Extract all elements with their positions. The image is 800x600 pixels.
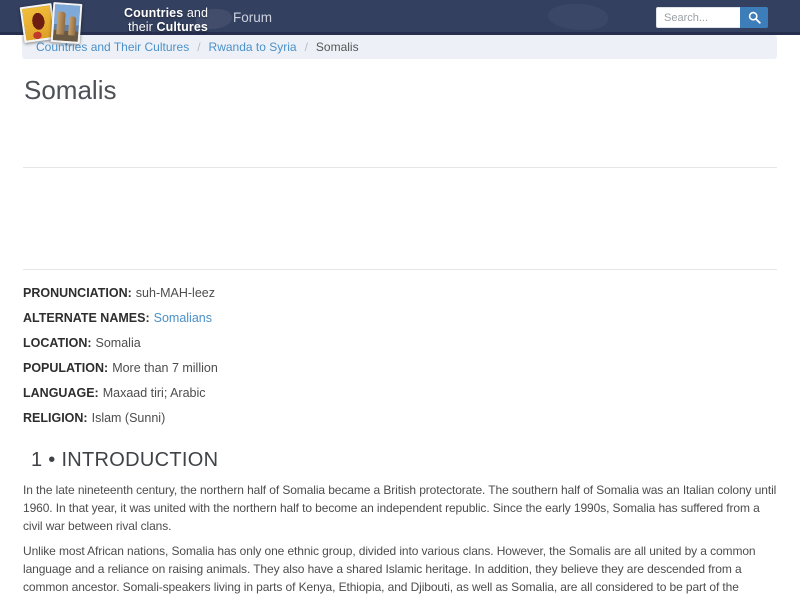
fact-row-alternate-names: ALTERNATE NAMES: Somalians — [23, 311, 777, 325]
fact-row-location: LOCATION: Somalia — [23, 336, 777, 350]
logo-word-cultures: Cultures — [156, 20, 208, 34]
search-icon — [748, 11, 761, 24]
fact-row-population: POPULATION: More than 7 million — [23, 361, 777, 375]
top-header: Countries and their Cultures Forum — [0, 0, 800, 44]
search-button[interactable] — [740, 7, 768, 28]
logo-line-2: their Cultures — [84, 20, 208, 34]
search-input[interactable] — [656, 7, 740, 28]
fact-label: RELIGION: — [23, 411, 88, 425]
fact-row-language: LANGUAGE: Maxaad tiri; Arabic — [23, 386, 777, 400]
fact-row-pronunciation: PRONUNCIATION: suh-MAH-leez — [23, 286, 777, 300]
fact-list: PRONUNCIATION: suh-MAH-leez ALTERNATE NAM… — [23, 286, 777, 425]
breadcrumb-separator: / — [197, 40, 201, 54]
fact-value: Islam (Sunni) — [91, 411, 166, 425]
fact-value: Somalia — [95, 336, 141, 350]
forum-link[interactable]: Forum — [233, 0, 272, 35]
fact-label: LOCATION: — [23, 336, 92, 350]
divider — [23, 269, 777, 270]
fact-row-religion: RELIGION: Islam (Sunni) — [23, 411, 777, 425]
logo-word-and: and — [183, 6, 208, 20]
fact-value: Maxaad tiri; Arabic — [102, 386, 206, 400]
search-bar — [656, 7, 768, 28]
logo-word-their: their — [128, 20, 157, 34]
breadcrumb-separator: / — [304, 40, 308, 54]
site-logo-text: Countries and their Cultures — [84, 6, 208, 34]
intro-paragraph-2: Unlike most African nations, Somalia has… — [23, 544, 756, 600]
fact-label: ALTERNATE NAMES: — [23, 311, 150, 325]
breadcrumb-link-section[interactable]: Rwanda to Syria — [209, 40, 297, 54]
page: Countries and their Cultures Forum Count… — [0, 0, 800, 600]
article-body: In the late nineteenth century, the nort… — [23, 481, 777, 600]
fact-label: POPULATION: — [23, 361, 109, 375]
page-title: Somalis — [24, 75, 117, 105]
site-logo[interactable]: Countries and their Cultures — [19, 2, 208, 48]
intro-paragraph-1: In the late nineteenth century, the nort… — [23, 483, 777, 533]
logo-line-1: Countries and — [84, 6, 208, 20]
logo-photo-moai-icon — [50, 2, 83, 44]
logo-word-countries: Countries — [124, 6, 184, 20]
article: Somalis PRONUNCIATION: suh-MAH-leez ALTER… — [0, 75, 800, 600]
fact-value: More than 7 million — [112, 361, 218, 375]
fact-label: PRONUNCIATION: — [23, 286, 132, 300]
alternate-name-link[interactable]: Somalians — [154, 311, 212, 325]
section-heading-introduction: 1 • INTRODUCTION — [31, 449, 219, 471]
breadcrumb-current: Somalis — [315, 40, 359, 54]
fact-value: suh-MAH-leez — [135, 286, 215, 300]
fact-label: LANGUAGE: — [23, 386, 99, 400]
ad-placeholder — [23, 168, 777, 269]
